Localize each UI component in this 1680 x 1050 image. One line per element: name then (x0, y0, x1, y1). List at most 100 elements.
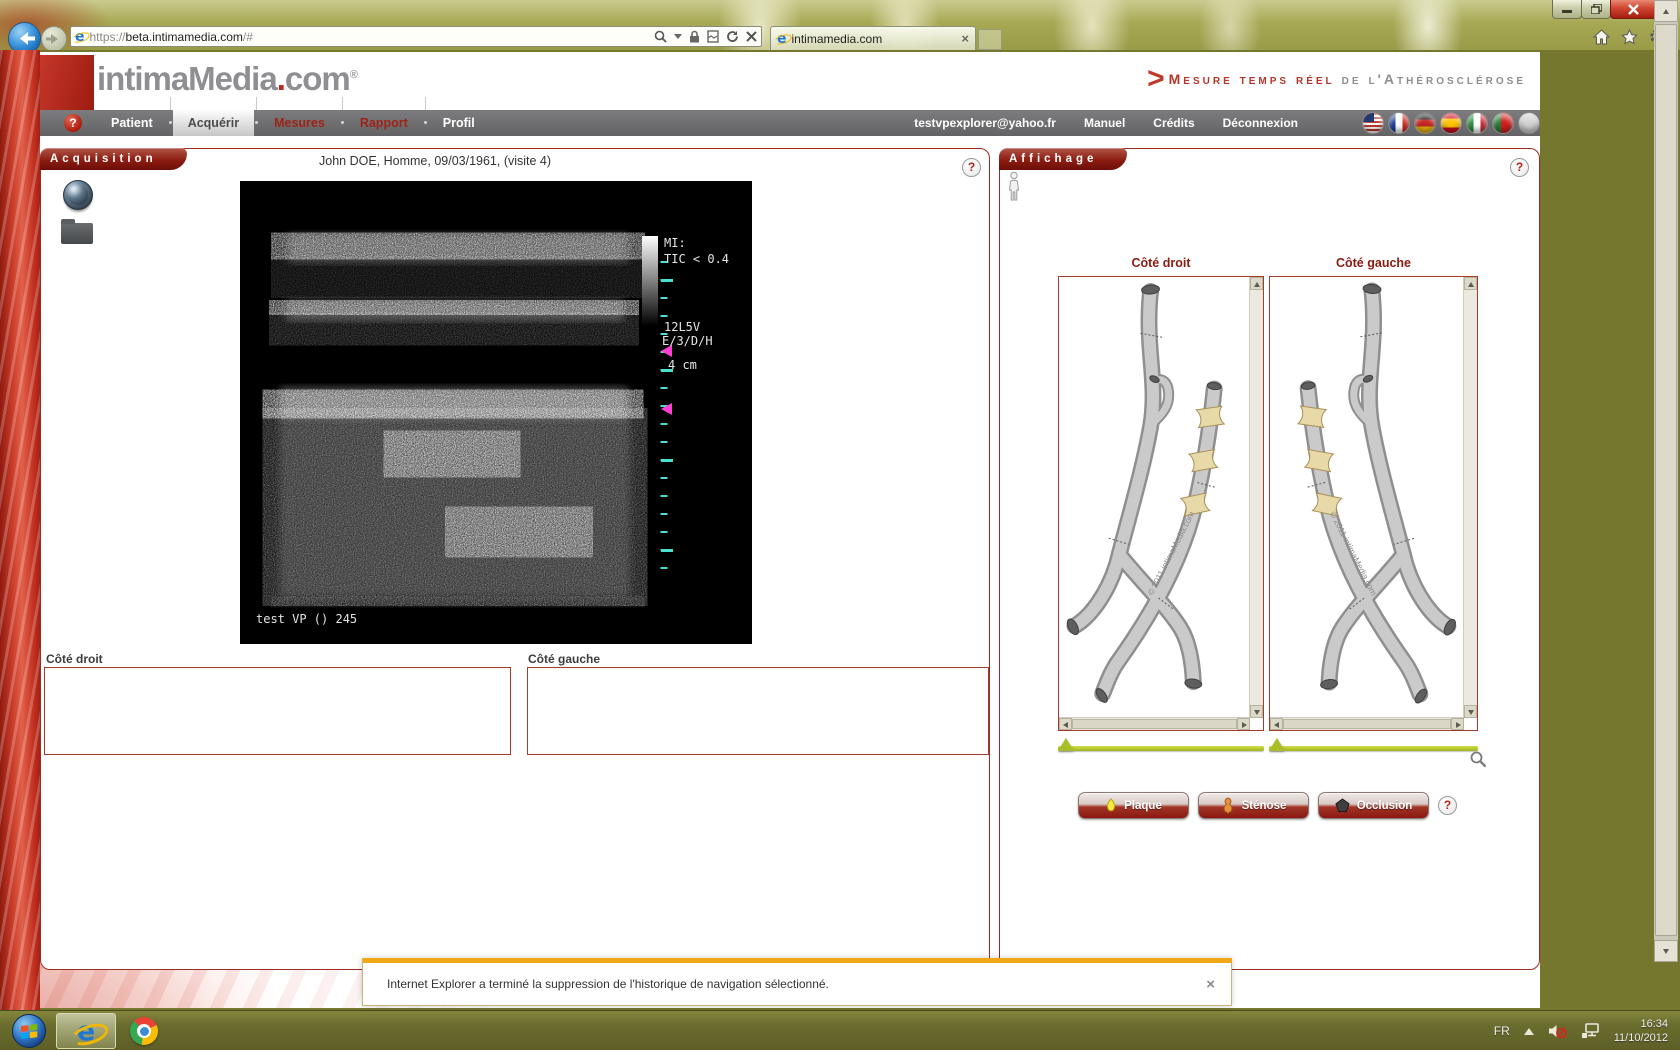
aff-left-side-label: Côté gauche (1269, 256, 1478, 270)
zoom-slider-left[interactable] (1269, 741, 1478, 755)
diagram-left-hscrollbar[interactable] (1270, 717, 1464, 730)
web-page: intimaMedia.com® > Mesure temps réel de … (0, 50, 1680, 1012)
diagram-right-vscrollbar[interactable] (1249, 277, 1263, 718)
notification-close-icon[interactable]: × (1206, 976, 1215, 993)
carotid-diagram-left[interactable]: © 2011 intimaMedia.com (1269, 276, 1478, 731)
network-icon[interactable] (1581, 1023, 1600, 1039)
acquisition-help-button[interactable]: ? (962, 158, 981, 177)
close-button[interactable] (1610, 0, 1656, 19)
clock-time: 16:34 (1614, 1017, 1668, 1031)
window-controls (1553, 0, 1656, 19)
taskbar-chrome-button[interactable] (130, 1017, 158, 1045)
flag-partial-icon[interactable] (1518, 112, 1540, 134)
new-tab-button[interactable] (978, 29, 1002, 50)
aff-right-side-label: Côté droit (1058, 256, 1264, 270)
flag-fr-icon[interactable] (1388, 112, 1410, 134)
search-dropdown-icon[interactable] (674, 34, 682, 39)
acq-left-side-label: Côté gauche (528, 652, 600, 666)
stop-icon[interactable] (746, 31, 757, 42)
stenose-button[interactable]: Sténose (1198, 792, 1309, 819)
language-indicator[interactable]: FR (1494, 1024, 1510, 1038)
acq-right-side-label: Côté droit (46, 652, 103, 666)
minimize-button[interactable] (1552, 0, 1582, 19)
page-container: intimaMedia.com® > Mesure temps réel de … (40, 52, 1540, 1008)
ultrasound-image[interactable]: MI: TIC < 0.4 12L5V E/3/D/H 4 cm test VP… (240, 181, 752, 644)
volume-muted-icon[interactable] (1548, 1023, 1567, 1039)
taskbar-clock[interactable]: 16:34 11/10/2012 (1614, 1017, 1672, 1045)
header-red-block (40, 55, 94, 110)
us-label-tic: TIC < 0.4 (664, 252, 729, 266)
nav-item-acquerir[interactable]: Acquérir (173, 110, 254, 136)
us-grayscale-bar (642, 236, 658, 326)
diagram-right-hscrollbar[interactable] (1059, 717, 1250, 730)
flag-us-icon[interactable] (1362, 112, 1384, 134)
slider-thumb[interactable] (1269, 738, 1285, 751)
scrollbar-thumb[interactable] (1655, 24, 1677, 936)
magnifier-icon[interactable] (1470, 751, 1487, 768)
acq-left-side-box[interactable] (527, 667, 989, 755)
folder-open-icon[interactable] (61, 223, 93, 244)
nav-link-deconnexion[interactable]: Déconnexion (1223, 116, 1298, 130)
system-tray: FR 16:34 11/10/2012 (1494, 1011, 1672, 1050)
address-bar[interactable]: e https://beta.intimamedia.com/# (70, 26, 762, 47)
stenose-icon (1221, 797, 1235, 814)
flag-de-icon[interactable] (1414, 112, 1436, 134)
occlusion-button[interactable]: Occlusion (1318, 792, 1429, 819)
flag-pt-icon[interactable] (1492, 112, 1514, 134)
clock-date: 11/10/2012 (1614, 1031, 1668, 1045)
lesion-help-button[interactable]: ? (1438, 796, 1457, 815)
us-label-mi: MI: (664, 236, 686, 250)
us-footer-text: test VP () 245 (256, 612, 357, 626)
camera-capture-icon[interactable] (63, 180, 93, 210)
acquisition-panel-title: Acquisition (40, 148, 187, 170)
nav-item-rapport[interactable]: Rapport (345, 110, 423, 136)
flag-it-icon[interactable] (1466, 112, 1488, 134)
affichage-help-button[interactable]: ? (1510, 158, 1529, 177)
nav-item-mesures[interactable]: Mesures (259, 110, 340, 136)
browser-vscrollbar[interactable] (1654, 0, 1678, 962)
taskbar-ie-button[interactable]: e (56, 1013, 116, 1049)
refresh-icon[interactable] (726, 30, 739, 43)
restore-button[interactable] (1581, 0, 1611, 19)
zoom-slider-right[interactable] (1058, 741, 1264, 755)
forward-button[interactable] (41, 26, 67, 52)
nav-separator (340, 110, 345, 136)
scroll-down-button[interactable] (1654, 940, 1678, 962)
affichage-panel-title: Affichage (999, 148, 1127, 170)
windows-logo-icon (21, 1024, 38, 1039)
occlusion-icon (1335, 798, 1350, 813)
flag-es-icon[interactable] (1440, 112, 1462, 134)
home-icon[interactable] (1593, 29, 1610, 45)
nav-separator (423, 110, 428, 136)
slider-thumb[interactable] (1058, 738, 1074, 751)
search-icon[interactable] (654, 30, 667, 43)
tab-title: intimamedia.com (792, 32, 962, 46)
site-favicon: e (75, 30, 85, 44)
favorites-star-icon[interactable] (1621, 29, 1638, 45)
site-logo[interactable]: intimaMedia.com® (97, 60, 357, 98)
compatibility-view-icon[interactable] (707, 30, 719, 43)
acquisition-panel: Acquisition John DOE, Homme, 09/03/1961,… (40, 148, 990, 970)
nav-link-manuel[interactable]: Manuel (1084, 116, 1125, 130)
us-label-depth: 4 cm (668, 358, 697, 372)
nav-item-patient[interactable]: Patient (96, 110, 168, 136)
browser-chrome: e https://beta.intimamedia.com/# e intim… (0, 0, 1680, 50)
nav-help-button[interactable]: ? (64, 114, 82, 132)
carotid-diagram-right[interactable]: © 2011 intimaMedia.com (1058, 276, 1264, 731)
ie-notification-bar: Internet Explorer a terminé la suppressi… (362, 958, 1232, 1006)
scroll-up-button[interactable] (1654, 0, 1678, 22)
diagram-left-vscrollbar[interactable] (1463, 277, 1477, 718)
person-icon[interactable] (1006, 171, 1022, 203)
desktop: e https://beta.intimamedia.com/# e intim… (0, 0, 1680, 1050)
nav-separator (254, 110, 259, 136)
nav-item-profil[interactable]: Profil (428, 110, 490, 136)
acq-right-side-box[interactable] (44, 667, 511, 755)
browser-tab[interactable]: e intimamedia.com × (770, 26, 976, 50)
tab-close-icon[interactable]: × (961, 32, 969, 45)
plaque-button[interactable]: Plaque (1078, 792, 1189, 819)
hidden-icons-button[interactable] (1524, 1028, 1534, 1035)
nav-link-credits[interactable]: Crédits (1153, 116, 1194, 130)
start-button[interactable] (12, 1014, 46, 1048)
url-text[interactable]: https://beta.intimamedia.com/# (90, 30, 651, 44)
us-label-mode: E/3/D/H (662, 334, 713, 348)
